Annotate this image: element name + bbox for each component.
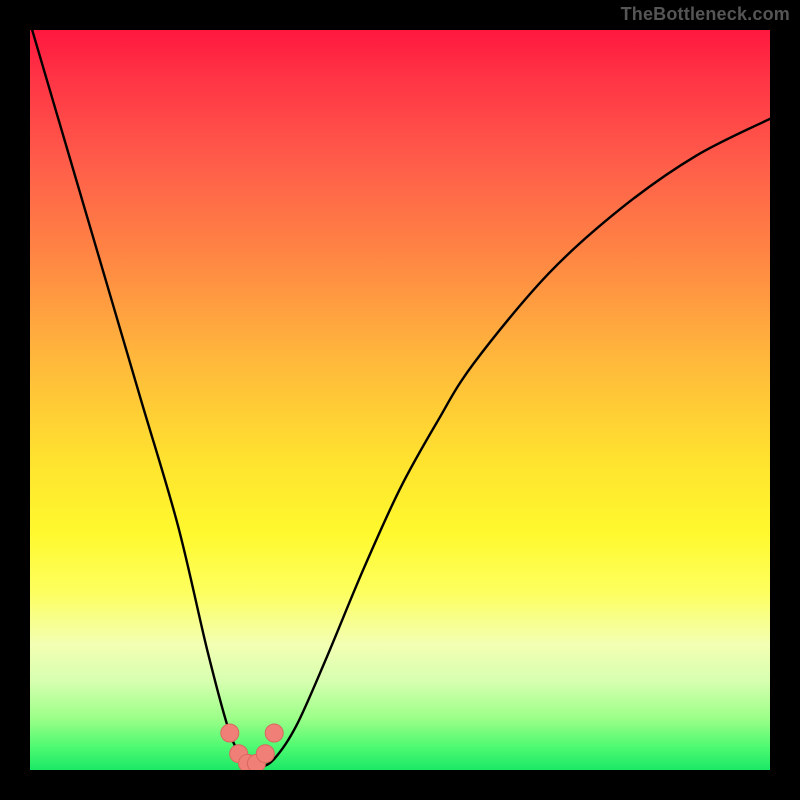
valley-marker [221,724,239,742]
bottleneck-curve-svg [30,30,770,770]
watermark-text: TheBottleneck.com [621,4,790,25]
valley-marker [256,745,274,763]
chart-frame: TheBottleneck.com [0,0,800,800]
bottleneck-curve-path [30,30,770,766]
plot-area [30,30,770,770]
valley-markers-group [221,724,283,770]
valley-marker [265,724,283,742]
